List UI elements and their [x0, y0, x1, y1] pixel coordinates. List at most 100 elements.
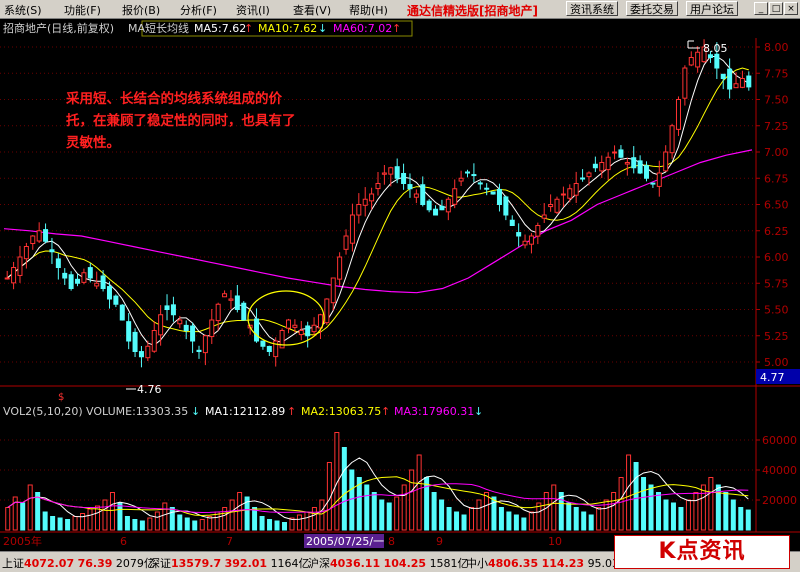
volume-bar — [424, 477, 430, 531]
vol-ma3-legend: MA3:17960.31 — [394, 405, 474, 418]
volume-bar — [72, 516, 78, 531]
candle-body — [624, 162, 630, 165]
candle-body — [509, 219, 515, 227]
volume-bar — [341, 447, 347, 531]
low-label: 4.76 — [137, 383, 162, 396]
ma5-legend: MA5:7.62 — [194, 22, 246, 35]
candle-body — [675, 99, 681, 130]
volume-bar — [469, 507, 474, 531]
volume-bar — [154, 511, 160, 531]
volume-bar — [192, 520, 198, 531]
candle-body — [62, 272, 68, 279]
date-month-7: 7 — [226, 535, 233, 548]
zx-label: 中小 — [466, 557, 488, 570]
sz-index[interactable]: 深证13579.7 392.01 1164亿 — [149, 555, 310, 571]
candle-body — [528, 235, 534, 245]
volume-bar — [700, 484, 706, 531]
candle-body — [4, 277, 10, 280]
volume-bar — [745, 509, 751, 531]
volume-bar — [439, 499, 445, 531]
volume-bars — [5, 432, 751, 531]
ma60-legend: MA60:7.02 — [333, 22, 392, 35]
candle-body — [695, 51, 701, 68]
zx-change: 114.23 — [541, 557, 585, 570]
volume-bar — [708, 477, 714, 531]
volume-bar — [87, 508, 93, 531]
date-month-9: 9 — [436, 535, 443, 548]
volume-bar — [566, 502, 572, 531]
volume-bar — [35, 492, 41, 531]
candle-body — [388, 167, 394, 175]
menu-help[interactable]: 帮助(H) — [349, 2, 388, 18]
candle-body — [234, 295, 240, 311]
volume-bar — [588, 514, 594, 531]
volume-bar — [80, 513, 86, 531]
candle-body — [560, 193, 566, 196]
volume-bar — [498, 507, 504, 531]
forum-button[interactable]: 用户论坛 — [686, 1, 738, 16]
menu-system[interactable]: 系统(S) — [4, 2, 42, 18]
volume-bar — [641, 477, 647, 531]
volume-bar — [401, 484, 407, 531]
maximize-button[interactable]: □ — [769, 2, 783, 15]
candle-body — [362, 198, 368, 206]
sh-index[interactable]: 上证4072.07 76.39 2079亿 — [2, 555, 155, 571]
volume-axis: 20000 40000 60000 — [756, 434, 797, 507]
candle-body — [151, 330, 157, 352]
trade-button[interactable]: 委托交易 — [626, 1, 678, 16]
candle-body — [356, 204, 362, 216]
vol-ma1-legend: MA1:12112.89 — [205, 405, 285, 418]
volume-bar — [282, 522, 287, 531]
candle-body — [170, 304, 176, 316]
info-system-button[interactable]: 资讯系统 — [566, 1, 618, 16]
volume-bar — [27, 484, 33, 531]
volume-bar — [379, 499, 385, 531]
menu-function[interactable]: 功能(F) — [64, 2, 101, 18]
candle-body — [43, 229, 49, 242]
close-button[interactable]: × — [784, 2, 798, 15]
candle-body — [439, 205, 445, 211]
volume-bar — [304, 511, 310, 531]
menu-bar: 系统(S) 功能(F) 报价(B) 分析(F) 资讯(I) 查看(V) 帮助(H… — [0, 0, 800, 19]
menu-analysis[interactable]: 分析(F) — [180, 2, 217, 18]
volume-bar — [409, 469, 415, 531]
candle-body — [266, 345, 272, 352]
price-axis: 5.00 5.25 5.50 5.75 6.00 6.25 6.50 6.75 7.00 7.25… — [756, 41, 789, 369]
sh-change: 76.39 — [77, 557, 113, 570]
volume-bar — [20, 502, 26, 531]
volume-bar — [394, 496, 400, 531]
candle-body — [714, 53, 720, 69]
candle-body — [599, 162, 605, 172]
candle-body — [260, 340, 266, 347]
zx-value: 4806.35 — [488, 557, 539, 570]
brand-title: 通达信精选版[招商地产] — [407, 2, 538, 19]
menu-view[interactable]: 查看(V) — [293, 2, 331, 18]
candle-body — [305, 325, 311, 337]
candle-body — [490, 191, 496, 195]
volume-bar — [267, 519, 273, 531]
price-tick-label: 6.00 — [764, 251, 789, 264]
candle-body — [349, 214, 355, 244]
cursor-date: 2005/07/25/一 — [306, 535, 384, 548]
sh-label: 上证 — [2, 557, 24, 570]
candle-body — [30, 235, 36, 245]
sz-amount: 1164亿 — [270, 557, 310, 570]
volume-bar — [5, 507, 11, 531]
volume-bar — [259, 516, 265, 531]
date-month-10: 10 — [548, 535, 562, 548]
menu-quote[interactable]: 报价(B) — [122, 2, 160, 18]
volume-bar — [670, 502, 676, 531]
candle-body — [720, 73, 726, 80]
menu-info[interactable]: 资讯(I) — [236, 2, 270, 18]
volume-bar — [723, 492, 729, 531]
volume-bar — [476, 499, 482, 531]
candle-body — [177, 319, 183, 325]
candle-body — [471, 174, 477, 177]
candle-body — [433, 208, 439, 216]
minimize-button[interactable]: _ — [754, 2, 768, 15]
volume-bar — [386, 502, 392, 531]
candle-body — [746, 75, 752, 88]
hs-index[interactable]: 沪深4036.11 104.25 1581亿 — [308, 555, 469, 571]
zx-index[interactable]: 中小4806.35 114.23 95.03亿 — [466, 555, 630, 571]
price-tick-label: 5.25 — [764, 330, 789, 343]
